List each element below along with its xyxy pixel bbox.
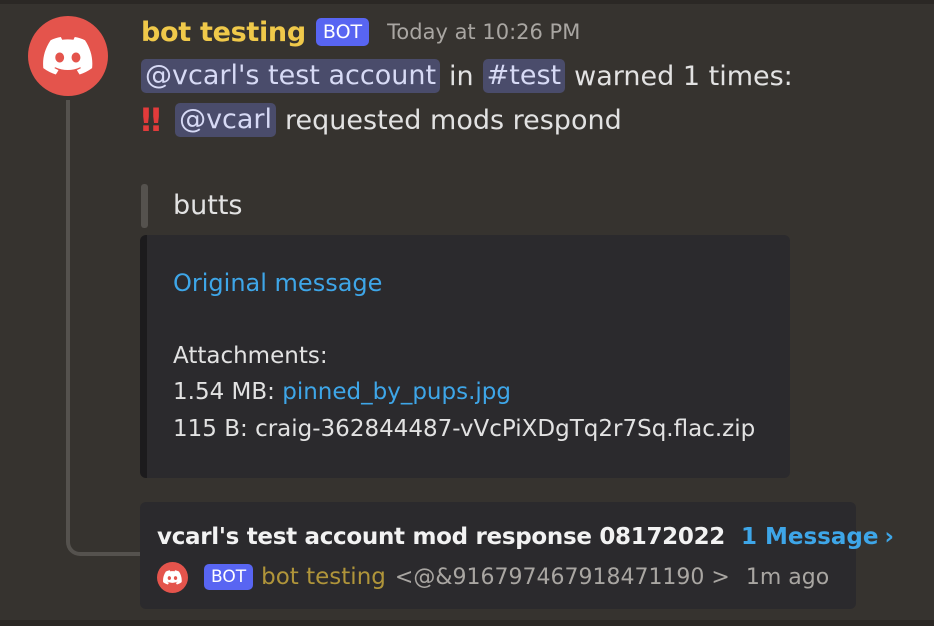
- original-message-link[interactable]: Original message: [173, 266, 382, 300]
- attachment-link[interactable]: pinned_by_pups.jpg: [282, 379, 511, 405]
- thread-preview-time: 1m ago: [745, 564, 830, 590]
- bottom-divider: [0, 620, 934, 626]
- message-header: bot testing BOT Today at 10:26 PM: [141, 14, 580, 50]
- attachment-size: 115 B:: [173, 416, 248, 442]
- message-line-request: ‼ @vcarl requested mods respond: [141, 101, 622, 139]
- attachment-name: craig-362844487-vVcPiXDgTq2r7Sq.flac.zip: [255, 416, 756, 442]
- attachment-row: 115 B: craig-362844487-vVcPiXDgTq2r7Sq.f…: [173, 412, 755, 446]
- request-text: requested mods respond: [285, 104, 622, 136]
- message-timestamp[interactable]: Today at 10:26 PM: [387, 20, 580, 44]
- thread-preview-text: <@&916797467918471190 >: [394, 564, 730, 590]
- channel-mention[interactable]: #test: [482, 59, 566, 93]
- thread-preview-author[interactable]: bot testing: [261, 564, 386, 590]
- thread-card[interactable]: vcarl's test account mod response 081720…: [140, 502, 894, 609]
- thread-preview-avatar[interactable]: [157, 561, 188, 593]
- attachments-heading: Attachments:: [173, 343, 328, 369]
- author-name[interactable]: bot testing: [141, 17, 306, 48]
- bot-badge: BOT: [315, 18, 370, 46]
- message-embed: Original message Attachments: 1.54 MB: p…: [140, 235, 790, 478]
- thread-preview-row: BOT bot testing <@&916797467918471190 > …: [157, 560, 829, 594]
- top-divider: [0, 0, 934, 4]
- thread-connector-line: [66, 100, 140, 556]
- user-mention-short[interactable]: @vcarl: [175, 103, 277, 137]
- double-exclamation-icon: ‼: [141, 101, 161, 139]
- message-line-warning: @vcarl's test account in #test warned 1 …: [141, 58, 793, 94]
- thread-preview-bot-badge: BOT: [204, 564, 254, 590]
- line-connector-text: in: [449, 60, 474, 92]
- user-mention[interactable]: @vcarl's test account: [141, 59, 441, 93]
- attachment-size: 1.54 MB:: [173, 379, 275, 405]
- discord-logo-icon: [43, 37, 93, 75]
- thread-message-count-link[interactable]: 1 Message: [741, 524, 878, 550]
- blockquote-text: butts: [173, 190, 243, 221]
- chevron-right-icon[interactable]: ›: [884, 524, 893, 550]
- discord-logo-icon: [163, 569, 182, 585]
- thread-title-row: vcarl's test account mod response 081720…: [157, 520, 894, 554]
- thread-name[interactable]: vcarl's test account mod response 081720…: [157, 524, 725, 550]
- attachment-row: 1.54 MB: pinned_by_pups.jpg: [173, 375, 511, 409]
- warning-text: warned 1 times:: [574, 60, 793, 92]
- avatar[interactable]: [28, 16, 108, 96]
- blockquote-bar: [141, 184, 148, 228]
